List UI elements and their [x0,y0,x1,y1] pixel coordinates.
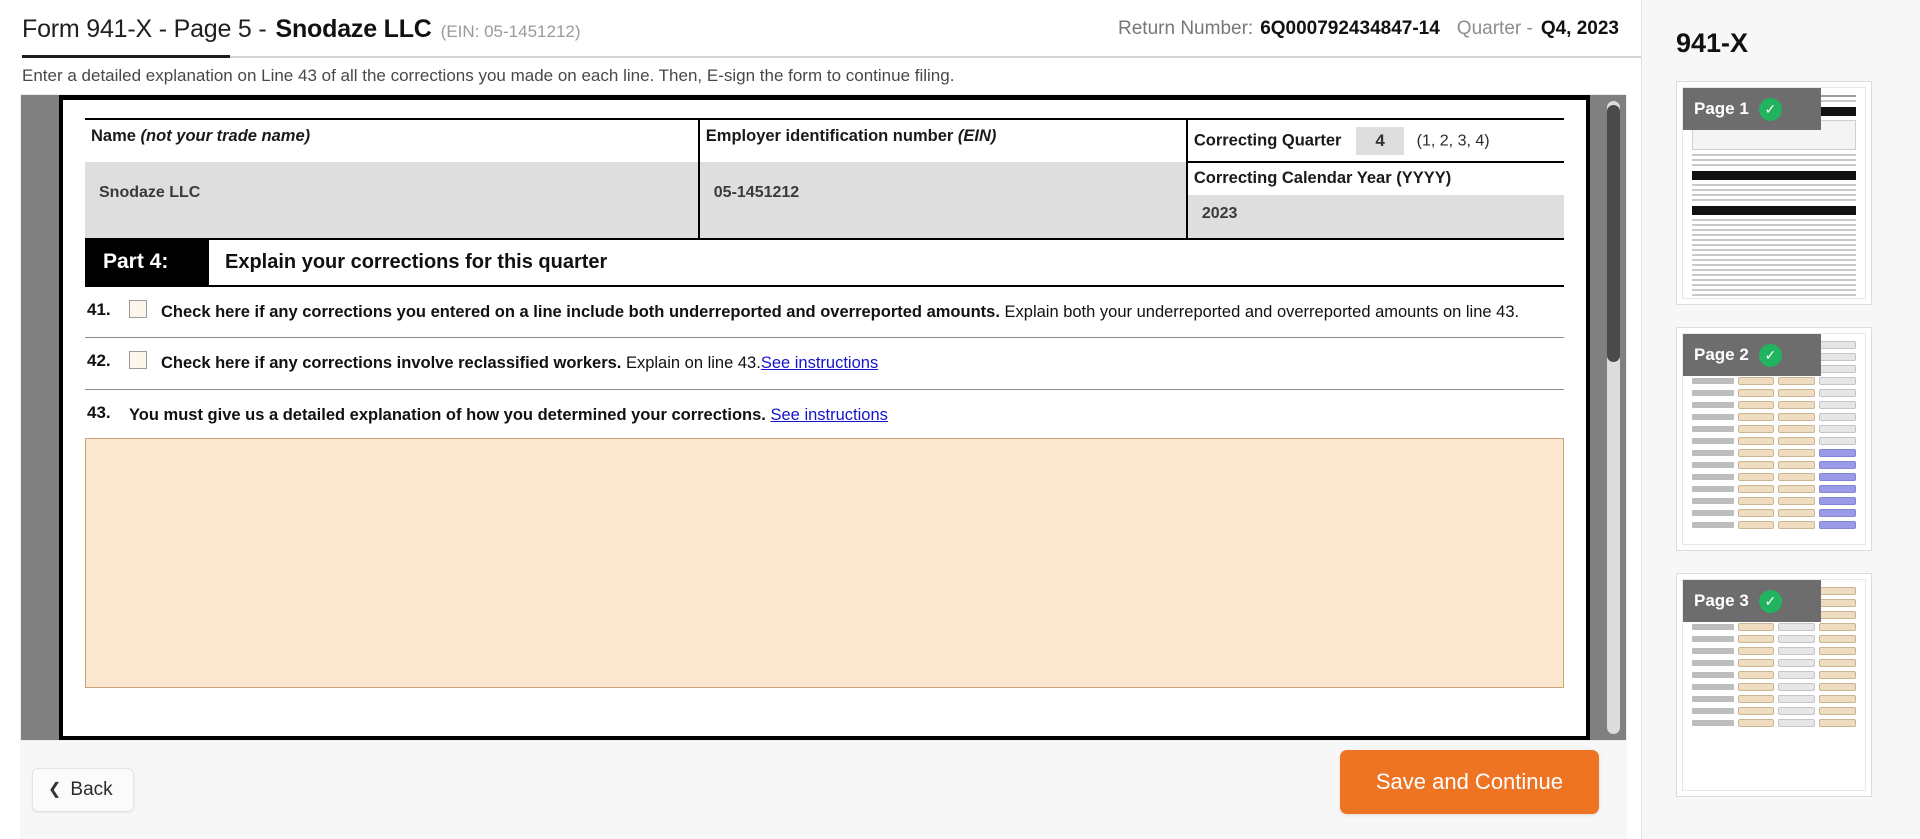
table-row: Snodaze LLC 05-1451212 Correcting Calend… [85,161,1564,238]
ein-label: Employer identification number [705,127,954,145]
part-4-description: Explain your corrections for this quarte… [225,251,608,273]
chevron-left-icon: ❮ [48,781,62,798]
ein-label-italic: (EIN) [957,127,997,145]
page-3-preview: Page 3 ✓ [1682,579,1866,791]
page-title-group: Form 941-X - Page 5 - Snodaze LLC (EIN: … [22,15,581,44]
line-41-number: 41. [87,300,111,319]
return-number-label: Return Number: [1118,18,1254,39]
form-vertical-scrollbar[interactable] [1607,101,1620,734]
header-divider [22,56,1641,58]
form-viewer: Name (not your trade name) Employer iden… [20,94,1627,741]
correcting-quarter-hint: (1, 2, 3, 4) [1416,132,1490,150]
table-row: Name (not your trade name) Employer iden… [85,118,1564,162]
line-43-text: You must give us a detailed explanation … [129,402,888,428]
page-1-caption: Page 1 ✓ [1683,88,1821,130]
page-2-label: Page 2 [1694,345,1749,364]
ein-value: 05-1451212 [713,184,800,201]
name-value: Snodaze LLC [99,184,201,201]
correcting-quarter-value[interactable]: 4 [1356,127,1405,155]
line-42-number: 42. [87,351,111,371]
name-value-cell: Snodaze LLC [85,162,699,238]
ein-label-cell: Employer identification number (EIN) [697,118,1187,162]
explanation-textarea[interactable] [85,438,1564,689]
line-43-number: 43. [87,402,111,422]
main-content-column: Form 941-X - Page 5 - Snodaze LLC (EIN: … [0,0,1641,839]
sidebar-item-page-1[interactable]: Page 1 ✓ [1676,81,1872,305]
page-header: Form 941-X - Page 5 - Snodaze LLC (EIN: … [0,0,1641,58]
page-1-label: Page 1 [1694,99,1749,118]
line-41-bold-text: Check here if any corrections you entere… [161,303,1000,321]
save-and-continue-button[interactable]: Save and Continue [1339,750,1599,814]
page-subtitle: Enter a detailed explanation on Line 43 … [22,66,955,85]
back-button-label: Back [70,779,113,800]
back-button[interactable]: ❮ Back [32,768,134,812]
page-title: Form 941-X - Page 5 - [22,14,267,43]
correcting-year-label-cell: Correcting Calendar Year (YYYY) [1185,161,1564,195]
line-41-regular-text: Explain both your underreported and over… [999,303,1520,321]
form-line-43: 43. You must give us a detailed explanat… [85,390,1564,428]
line-42-regular-text: Explain on line 43. [621,354,761,373]
correcting-quarter-label: Correcting Quarter [1193,131,1342,150]
correcting-year-value-cell: 2023 [1185,194,1564,238]
form-sheet: Name (not your trade name) Employer iden… [59,95,1590,740]
ein-value-cell: 05-1451212 [697,162,1187,238]
check-circle-icon: ✓ [1758,343,1782,367]
correcting-year-label: Correcting Calendar Year (YYYY) [1193,169,1452,187]
quarter-label: Quarter - [1456,18,1533,39]
form-line-42: 42. Check here if any corrections involv… [85,338,1564,390]
company-name: Snodaze LLC [275,14,432,43]
part-4-tag: Part 4: [85,240,209,285]
form-scrollbar-thumb[interactable] [1607,105,1620,362]
line-42-see-instructions-link[interactable]: See instructions [761,354,878,372]
form-line-41: 41. Check here if any corrections you en… [85,287,1564,339]
page-3-label: Page 3 [1694,591,1749,610]
form-identity-table: Name (not your trade name) Employer iden… [85,118,1564,238]
app-root: Form 941-X - Page 5 - Snodaze LLC (EIN: … [0,0,1920,839]
name-label-italic: (not your trade name) [140,127,311,145]
line-43-bold-text: You must give us a detailed explanation … [129,405,766,424]
check-circle-icon: ✓ [1758,589,1782,613]
form-canvas: Name (not your trade name) Employer iden… [21,95,1626,740]
line-41-text: Check here if any corrections you entere… [161,299,1519,325]
page-1-preview: Page 1 ✓ [1682,87,1866,299]
quarter-value: Q4, 2023 [1540,18,1619,39]
page-3-caption: Page 3 ✓ [1683,580,1821,622]
line-43-see-instructions-link[interactable]: See instructions [771,406,888,424]
sidebar-item-page-2[interactable]: Page 2 ✓ [1676,327,1872,551]
line-42-bold-text: Check here if any corrections involve re… [161,354,622,373]
page-thumbnail-sidebar: 941-X Page 1 ✓ Page 2 ✓ Page 3 ✓ [1641,0,1920,839]
page-2-caption: Page 2 ✓ [1683,334,1821,376]
part-4-banner: Part 4: Explain your corrections for thi… [85,238,1564,287]
check-circle-icon: ✓ [1758,97,1782,121]
line-42-checkbox[interactable] [129,351,147,370]
company-ein: (EIN: 05-1451212) [440,21,581,41]
form-footer: ❮ Back Save and Continue [20,741,1627,839]
header-active-underline [22,55,230,58]
line-41-checkbox[interactable] [129,300,147,318]
return-info-group: Return Number: 6Q000792434847-14 Quarter… [1118,18,1619,40]
correcting-quarter-cell: Correcting Quarter 4 (1, 2, 3, 4) [1185,118,1564,162]
name-label: Name [91,127,136,145]
return-number-value: 6Q000792434847-14 [1260,18,1440,39]
subtitle-row: Enter a detailed explanation on Line 43 … [0,58,1641,94]
page-2-preview: Page 2 ✓ [1682,333,1866,545]
line-42-text: Check here if any corrections involve re… [161,350,878,376]
correcting-year-value: 2023 [1201,204,1238,222]
name-label-cell: Name (not your trade name) [85,118,699,162]
sidebar-title: 941-X [1676,28,1749,58]
sidebar-item-page-3[interactable]: Page 3 ✓ [1676,573,1872,797]
